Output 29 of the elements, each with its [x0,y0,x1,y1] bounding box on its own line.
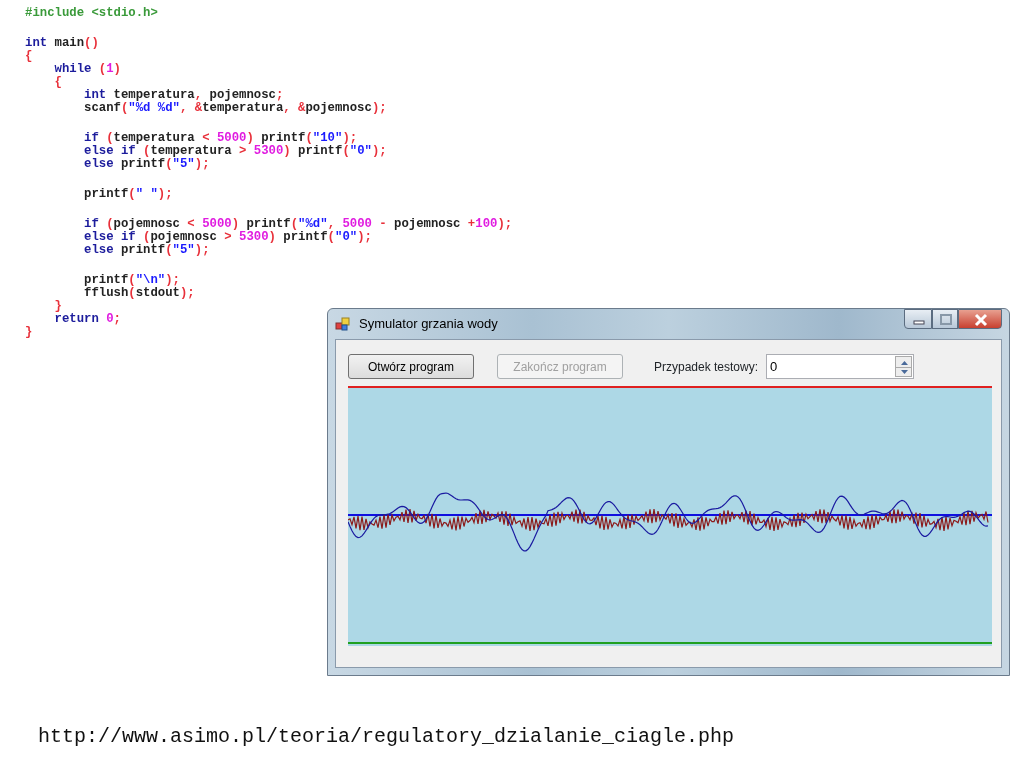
test-case-field[interactable]: 0 [766,354,915,379]
code-line: else if (temperatura > 5300) printf("0"); [83,145,387,158]
code-line: else if (pojemnosc > 5300) printf("0"); [83,231,372,244]
code-line: while (1) [53,63,121,76]
spin-arrows-icon[interactable] [895,356,913,377]
open-program-button[interactable]: Otwórz program [348,354,474,379]
code-line: if (temperatura < 5000) printf("10"); [83,132,358,145]
code-line: } [25,326,33,339]
code-line: fflush(stdout); [83,287,195,300]
code-line: else printf("5"); [83,244,210,257]
code-line: printf("\n"); [83,274,180,287]
code-line: scanf("%d %d", &temperatura, &pojemnosc); [83,102,387,115]
code-line: { [25,50,33,63]
code-line: { [53,76,62,89]
test-case-label: Przypadek testowy: [654,358,759,376]
url-text: http://www.asimo.pl/teoria/regulatory_dzialanie_ciagle.php [38,724,735,750]
minimize-button[interactable] [904,309,932,329]
window-title: Symulator grzania wody [359,315,498,334]
code-line: return 0; [53,313,121,326]
code-line: } [53,300,62,313]
code-line: printf(" "); [83,188,173,201]
maximize-button[interactable] [932,309,958,329]
code-line: if (pojemnosc < 5000) printf("%d", 5000 - pojemnosc +100); [83,218,513,231]
code-line: int temperatura, pojemnosc; [83,89,284,102]
app-icon [335,317,351,331]
code-line: #include <stdio.h> [25,7,158,20]
code-line: else printf("5"); [83,158,210,171]
close-button[interactable] [958,309,1002,329]
code-line: int main() [25,37,99,50]
